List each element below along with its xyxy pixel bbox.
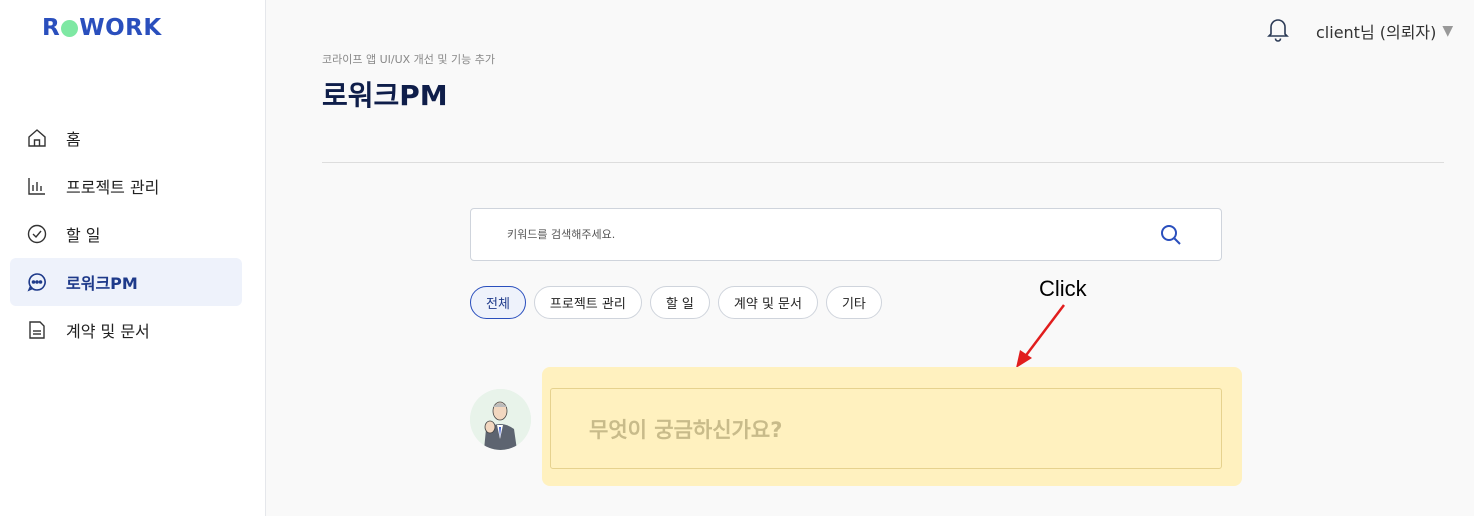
chat-question-input[interactable]: 무엇이 궁금하신가요? [550,388,1222,469]
bell-icon[interactable] [1266,16,1290,42]
sidebar: R WORK 홈 프로젝트 관리 할 일 로워크PM 계약 및 문서 [0,0,266,516]
breadcrumb: 코라이프 앱 UI/UX 개선 및 기능 추가 [322,53,496,66]
sidebar-item-label: 프로젝트 관리 [66,178,160,197]
logo-prefix: R [42,15,61,41]
chart-icon [26,175,48,197]
chip-project-management[interactable]: 프로젝트 관리 [533,286,642,319]
sidebar-item-label: 할 일 [66,226,101,245]
sidebar-item-roworkpm[interactable]: 로워크PM [10,258,242,306]
chevron-down-icon: ▼ [1442,23,1454,39]
user-name: client님 (의뢰자) [1316,23,1437,42]
logo-dot-icon [61,19,79,37]
logo-suffix: WORK [79,15,162,41]
sidebar-item-label: 계약 및 문서 [66,322,150,341]
search-bar [470,208,1222,261]
chat-input-placeholder: 무엇이 궁금하신가요? [589,417,783,442]
sidebar-nav: 홈 프로젝트 관리 할 일 로워크PM 계약 및 문서 [10,114,242,354]
annotation-arrow-icon [1016,304,1065,368]
sidebar-item-projects[interactable]: 프로젝트 관리 [10,162,242,210]
check-circle-icon [26,223,48,245]
chip-contracts[interactable]: 계약 및 문서 [717,286,818,319]
chat-bubble-icon [26,271,48,293]
search-input[interactable] [507,209,1147,260]
sidebar-item-label: 홈 [66,130,81,149]
search-icon[interactable] [1159,223,1183,247]
chat-panel: 무엇이 궁금하신가요? [542,367,1242,486]
home-icon [26,127,48,149]
avatar [470,389,531,450]
divider [322,162,1444,163]
logo[interactable]: R WORK [42,15,162,41]
sidebar-item-label: 로워크PM [66,274,138,293]
chip-todo[interactable]: 할 일 [649,286,710,319]
sidebar-item-home[interactable]: 홈 [10,114,242,162]
sidebar-item-contracts[interactable]: 계약 및 문서 [10,306,242,354]
annotation-label: Click [1039,276,1087,301]
sidebar-item-todo[interactable]: 할 일 [10,210,242,258]
chip-all[interactable]: 전체 [470,286,526,319]
filter-chips: 전체 프로젝트 관리 할 일 계약 및 문서 기타 [470,286,882,319]
document-icon [26,319,48,341]
page-title: 로워크PM [322,79,448,112]
user-menu[interactable]: client님 (의뢰자) ▼ [1316,19,1453,43]
chip-etc[interactable]: 기타 [825,286,882,319]
